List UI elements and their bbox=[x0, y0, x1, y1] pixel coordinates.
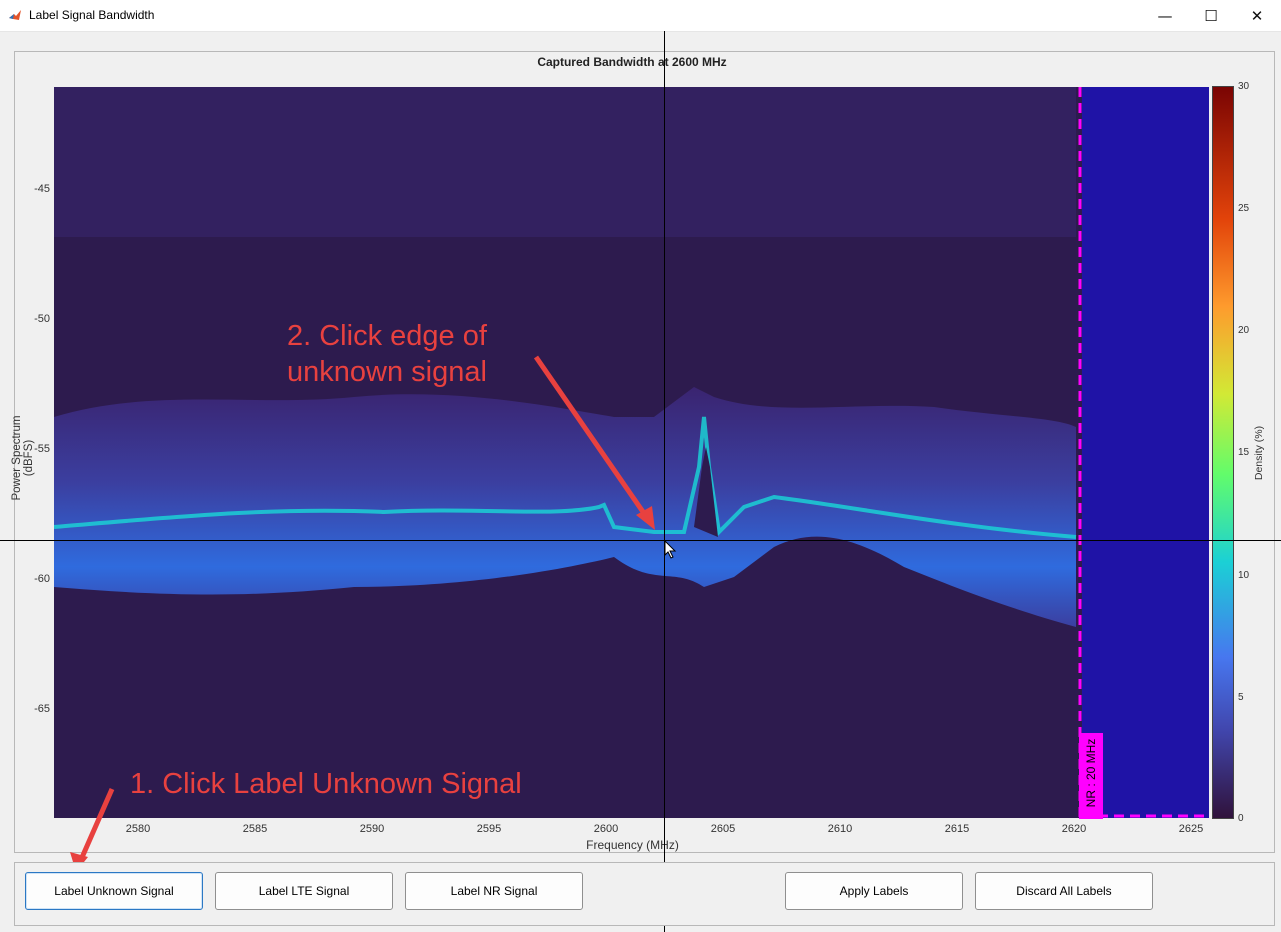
apply-labels-button[interactable]: Apply Labels bbox=[785, 872, 963, 910]
xtick: 2620 bbox=[1061, 823, 1087, 835]
label-nr-signal-button[interactable]: Label NR Signal bbox=[405, 872, 583, 910]
xtick: 2600 bbox=[593, 823, 619, 835]
plot-title: Captured Bandwidth at 2600 MHz bbox=[537, 55, 727, 69]
nr-label-text: NR : 20 MHz bbox=[1084, 738, 1098, 808]
annotation-step2-line1: 2. Click edge of bbox=[287, 320, 487, 352]
ytick: -65 bbox=[34, 703, 50, 715]
label-unknown-signal-button[interactable]: Label Unknown Signal bbox=[25, 872, 203, 910]
colorbar-tick: 30 bbox=[1238, 81, 1250, 92]
annotation-step1: 1. Click Label Unknown Signal bbox=[130, 768, 522, 800]
upper-noise-band bbox=[54, 87, 1076, 237]
nr-labeled-region bbox=[1082, 87, 1209, 818]
colorbar bbox=[1212, 86, 1234, 819]
colorbar-tick: 0 bbox=[1238, 813, 1244, 824]
discard-all-labels-button[interactable]: Discard All Labels bbox=[975, 872, 1153, 910]
label-lte-signal-button[interactable]: Label LTE Signal bbox=[215, 872, 393, 910]
xtick: 2585 bbox=[242, 823, 268, 835]
close-button[interactable]: ✕ bbox=[1234, 0, 1280, 31]
x-axis-label: Frequency (MHz) bbox=[586, 838, 679, 852]
xtick: 2610 bbox=[827, 823, 853, 835]
colorbar-label: Density (%) bbox=[1253, 425, 1265, 481]
ytick: -45 bbox=[34, 183, 50, 195]
xtick: 2615 bbox=[944, 823, 970, 835]
colorbar-tick: 10 bbox=[1238, 570, 1250, 581]
colorbar-tick: 20 bbox=[1238, 325, 1250, 336]
xtick: 2590 bbox=[359, 823, 385, 835]
title-bar: Label Signal Bandwidth — ☐ ✕ bbox=[0, 0, 1281, 32]
xtick: 2605 bbox=[710, 823, 736, 835]
crosshair-horizontal bbox=[0, 540, 1281, 541]
annotation-step2: 2. Click edge of unknown signal bbox=[287, 318, 487, 390]
mouse-cursor-icon bbox=[664, 540, 677, 559]
maximize-button[interactable]: ☐ bbox=[1188, 0, 1234, 31]
ytick: -60 bbox=[34, 573, 50, 585]
window-title: Label Signal Bandwidth bbox=[29, 8, 155, 22]
colorbar-tick: 25 bbox=[1238, 203, 1250, 214]
colorbar-tick: 15 bbox=[1238, 447, 1250, 458]
xtick: 2595 bbox=[476, 823, 502, 835]
nr-label-tag[interactable]: NR : 20 MHz bbox=[1079, 733, 1103, 819]
minimize-button[interactable]: — bbox=[1142, 0, 1188, 31]
crosshair-vertical bbox=[664, 31, 665, 932]
ytick: -50 bbox=[34, 313, 50, 325]
y-axis-label: Power Spectrum (dBFS) bbox=[11, 415, 35, 501]
spectrum-heatmap[interactable] bbox=[54, 87, 1209, 818]
xtick: 2580 bbox=[125, 823, 151, 835]
colorbar-tick: 5 bbox=[1238, 692, 1244, 703]
xtick: 2625 bbox=[1178, 823, 1204, 835]
matlab-icon bbox=[8, 8, 22, 22]
annotation-step2-line2: unknown signal bbox=[287, 356, 487, 388]
